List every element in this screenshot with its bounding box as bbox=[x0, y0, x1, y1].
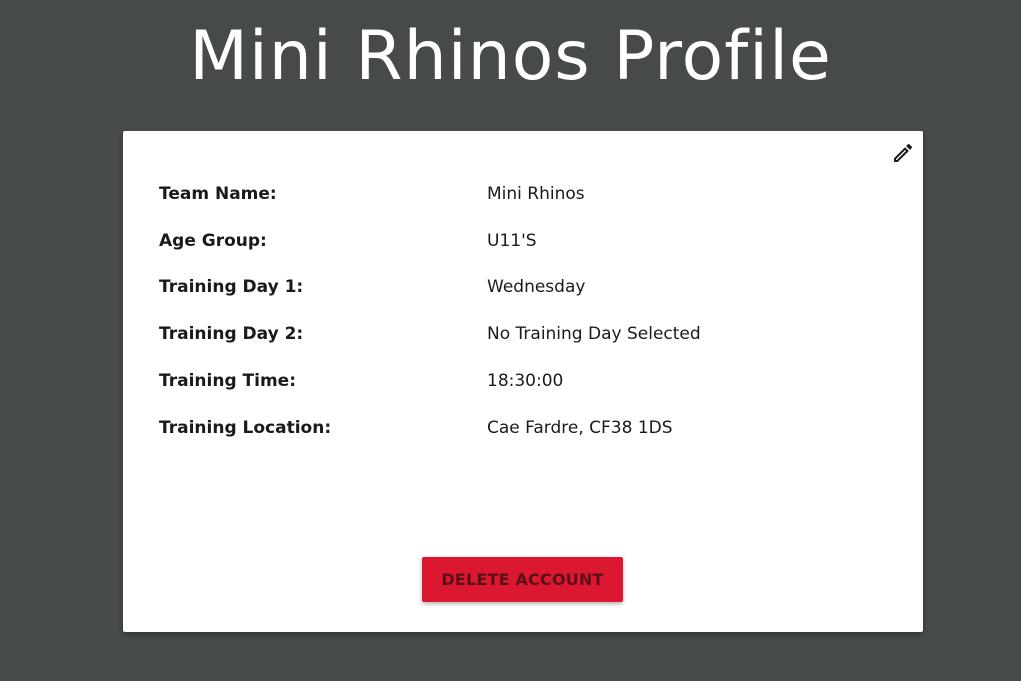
field-value: 18:30:00 bbox=[487, 371, 564, 391]
field-row-training-day-2: Training Day 2: No Training Day Selected bbox=[159, 322, 899, 346]
field-label: Training Day 1: bbox=[159, 277, 304, 297]
pencil-icon bbox=[891, 141, 915, 169]
field-label: Training Time: bbox=[159, 371, 296, 391]
field-row-training-location: Training Location: Cae Fardre, CF38 1DS bbox=[159, 416, 899, 440]
field-value: U11'S bbox=[487, 231, 537, 251]
field-label: Training Location: bbox=[159, 418, 332, 438]
field-label: Age Group: bbox=[159, 231, 267, 251]
field-value: Wednesday bbox=[487, 277, 586, 297]
field-label: Training Day 2: bbox=[159, 324, 304, 344]
field-value: Cae Fardre, CF38 1DS bbox=[487, 418, 673, 438]
field-row-team-name: Team Name: Mini Rhinos bbox=[159, 182, 899, 206]
page-title: Mini Rhinos Profile bbox=[189, 17, 832, 96]
delete-account-button[interactable]: DELETE ACCOUNT bbox=[422, 557, 623, 602]
field-value: No Training Day Selected bbox=[487, 324, 701, 344]
field-row-training-day-1: Training Day 1: Wednesday bbox=[159, 275, 899, 299]
field-label: Team Name: bbox=[159, 184, 277, 204]
field-value: Mini Rhinos bbox=[487, 184, 585, 204]
field-row-age-group: Age Group: U11'S bbox=[159, 229, 899, 253]
field-row-training-time: Training Time: 18:30:00 bbox=[159, 369, 899, 393]
edit-profile-button[interactable] bbox=[891, 143, 915, 167]
profile-card: Team Name: Mini Rhinos Age Group: U11'S … bbox=[123, 131, 923, 632]
